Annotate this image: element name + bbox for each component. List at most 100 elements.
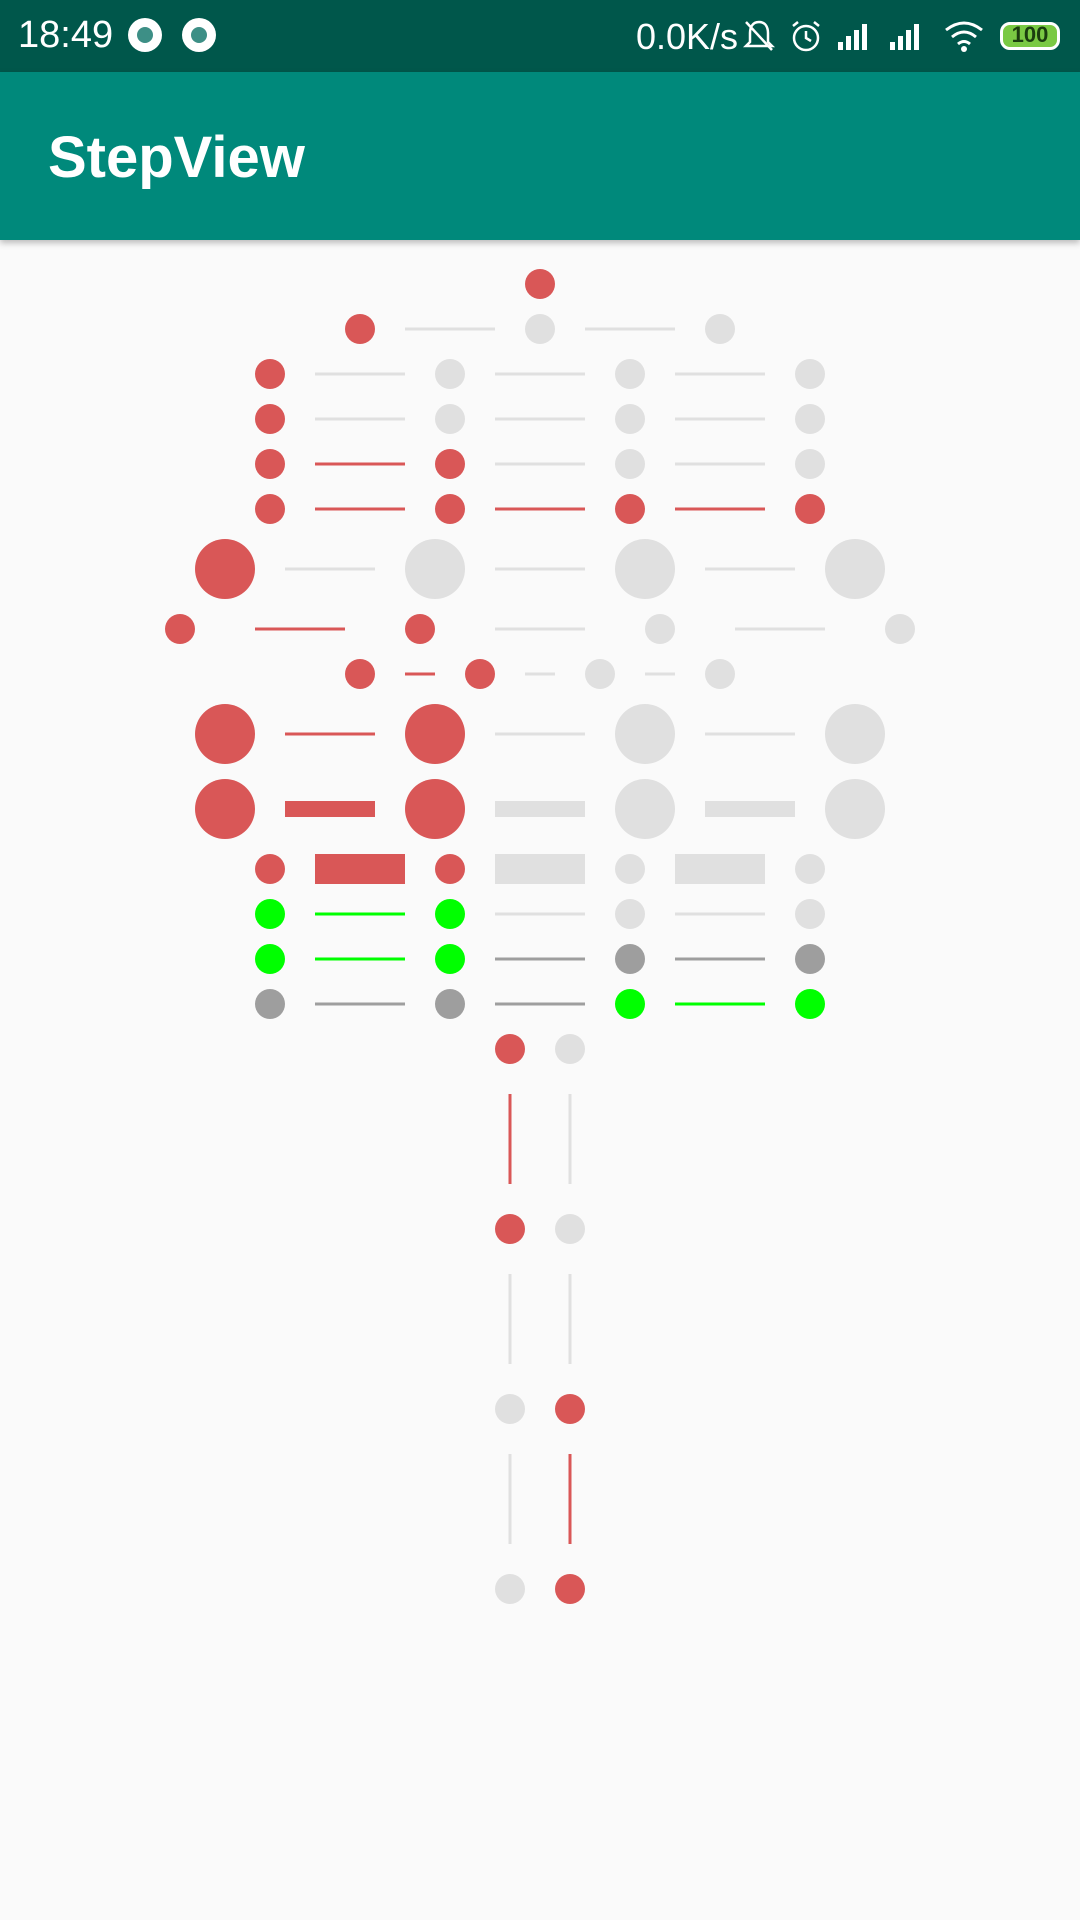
step-dot (435, 989, 465, 1019)
step-dot (795, 494, 825, 524)
signal-icon (890, 24, 919, 50)
step-line (525, 672, 555, 676)
step-views-container (165, 269, 915, 1604)
step-dot (825, 779, 885, 839)
step-dot (795, 359, 825, 389)
step-dot (795, 854, 825, 884)
step-dot (615, 539, 675, 599)
step-dot (645, 614, 675, 644)
step-dot (585, 659, 615, 689)
notification-dot-icon (182, 18, 216, 52)
step-dot (255, 359, 285, 389)
step-dot (255, 449, 285, 479)
step-dot (405, 614, 435, 644)
step-dot (615, 449, 645, 479)
step-dot-vertical (555, 1034, 585, 1064)
step-dot (615, 359, 645, 389)
step-dot (525, 269, 555, 299)
step-line-vertical (508, 1454, 512, 1544)
step-dot (435, 899, 465, 929)
step-line (675, 957, 765, 961)
step-dot (705, 314, 735, 344)
step-dot (795, 404, 825, 434)
step-dot (435, 854, 465, 884)
step-line (285, 801, 375, 817)
wifi-icon (945, 21, 983, 52)
step-line (315, 854, 405, 884)
step-dot (615, 704, 675, 764)
step-line (735, 627, 825, 631)
step-dot (885, 614, 915, 644)
step-dot-vertical (495, 1574, 525, 1604)
step-line (675, 372, 765, 376)
step-dot (255, 404, 285, 434)
step-line (705, 567, 795, 571)
step-line (675, 417, 765, 421)
step-dot (825, 539, 885, 599)
step-line (405, 672, 435, 676)
step-dot (615, 779, 675, 839)
step-dot (795, 449, 825, 479)
step-dot (345, 314, 375, 344)
step-dot-vertical (555, 1214, 585, 1244)
app-bar: StepView (0, 72, 1080, 240)
step-line (315, 462, 405, 466)
step-line (675, 462, 765, 466)
step-line (495, 567, 585, 571)
step-line (255, 627, 345, 631)
step-line (495, 912, 585, 916)
step-dot (255, 494, 285, 524)
step-line (705, 801, 795, 817)
step-line (495, 854, 585, 884)
step-line (405, 327, 495, 331)
step-dot (195, 539, 255, 599)
step-line (645, 672, 675, 676)
step-dot (615, 854, 645, 884)
notification-dot-icon (128, 18, 162, 52)
step-line (585, 327, 675, 331)
step-line-vertical (568, 1094, 572, 1184)
battery-level: 100 (1011, 22, 1049, 47)
step-dot (195, 704, 255, 764)
step-dot (405, 704, 465, 764)
status-bar: 18:49 0.0K/s 100 (0, 0, 1080, 72)
step-line (495, 1002, 585, 1006)
alarm-icon (792, 21, 820, 52)
step-dot (195, 779, 255, 839)
step-line (285, 732, 375, 736)
step-line (495, 732, 585, 736)
step-dot (465, 659, 495, 689)
step-dot (255, 854, 285, 884)
step-line (495, 957, 585, 961)
step-line (315, 1002, 405, 1006)
step-dot-vertical (555, 1394, 585, 1424)
step-dot (795, 989, 825, 1019)
step-line-vertical (508, 1274, 512, 1364)
step-line-vertical (508, 1094, 512, 1184)
step-line (675, 507, 765, 511)
step-dot (795, 944, 825, 974)
network-speed: 0.0K/s (636, 16, 739, 57)
status-time: 18:49 (18, 14, 114, 56)
step-dot (435, 494, 465, 524)
step-line (495, 462, 585, 466)
step-dot (615, 989, 645, 1019)
step-dot-vertical (495, 1214, 525, 1244)
step-line (315, 957, 405, 961)
step-dot-vertical (555, 1574, 585, 1604)
step-dot (255, 944, 285, 974)
step-line (495, 417, 585, 421)
step-dot (255, 989, 285, 1019)
step-line (675, 1002, 765, 1006)
battery-icon: 100 (1000, 22, 1060, 50)
step-dot (405, 539, 465, 599)
step-line (495, 507, 585, 511)
step-dot (825, 704, 885, 764)
step-dot (405, 779, 465, 839)
step-dot (255, 899, 285, 929)
mute-bell-icon (742, 20, 776, 51)
step-dot (435, 449, 465, 479)
step-dot (615, 404, 645, 434)
step-line-vertical (568, 1274, 572, 1364)
step-line (675, 912, 765, 916)
